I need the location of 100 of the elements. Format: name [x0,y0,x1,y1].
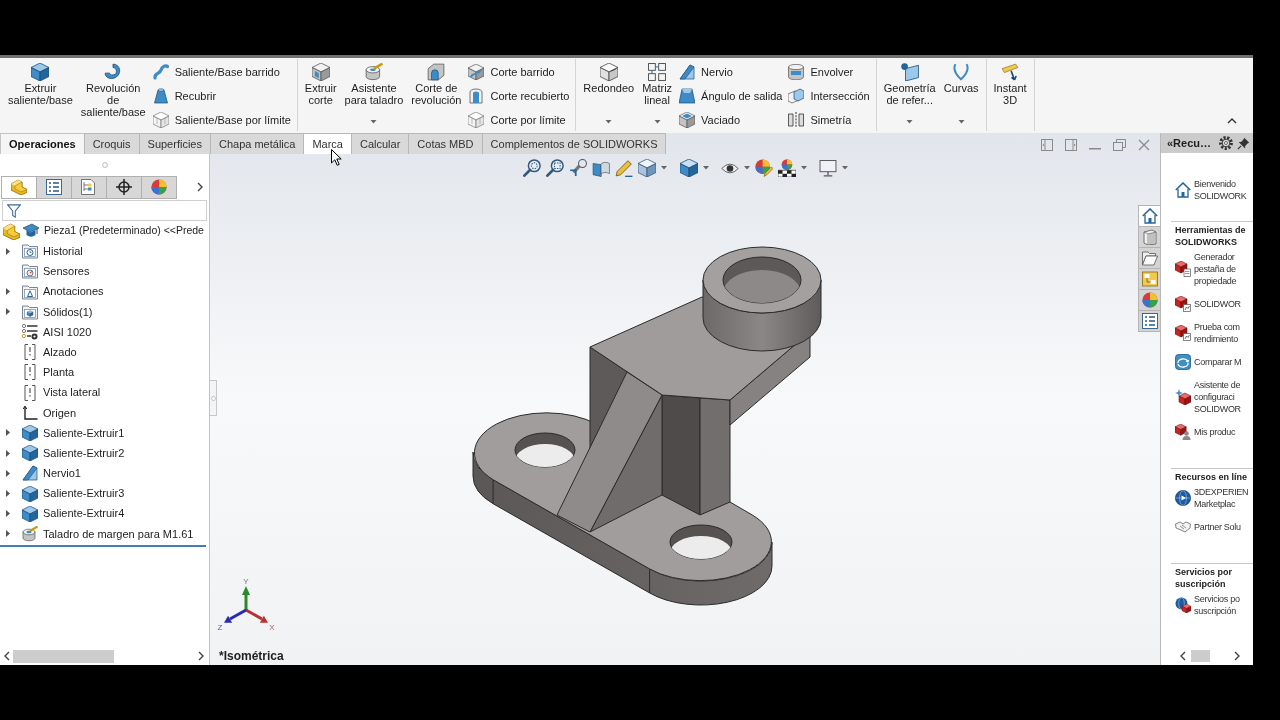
tree-item[interactable]: Saliente-Extruir2 [22,444,125,462]
filter-field[interactable] [2,200,207,221]
task-pane-link[interactable]: Prueba com rendimiento [1175,321,1253,345]
expand-arrow-icon[interactable] [6,429,10,437]
expand-arrow-icon[interactable] [6,308,10,316]
ribbon-button[interactable]: Redondeo [579,59,639,131]
expand-arrow-icon[interactable] [6,288,10,296]
task-pane-tab[interactable] [1138,268,1160,290]
expand-arrow-icon[interactable] [6,530,10,538]
scrollbar-thumb[interactable] [1191,650,1210,662]
monitor-icon[interactable] [818,159,837,177]
ribbon-button[interactable]: Geometría de refer... [879,59,940,131]
cube-icon[interactable] [637,159,656,177]
tab[interactable]: Chapa metálica [209,133,305,154]
splitter-handle[interactable] [210,380,217,416]
task-pane-tab[interactable] [1138,289,1160,311]
chevron-right-icon[interactable] [198,651,204,661]
tile-left-icon[interactable] [1041,139,1053,151]
manager-tab[interactable] [106,175,142,199]
part-blocks-icon[interactable] [2,222,20,240]
scrollbar-thumb[interactable] [13,649,114,663]
expand-arrow-icon[interactable] [6,490,10,498]
zoom-fit-icon[interactable] [522,159,541,177]
ribbon-button[interactable]: Simetría [785,108,873,132]
ribbon-button[interactable]: Recubrir [149,84,294,108]
tree-item[interactable]: Saliente-Extruir4 [22,505,125,522]
gear-icon[interactable] [1219,136,1233,150]
ribbon-button[interactable]: Vaciado [676,108,786,132]
grip-icon[interactable] [101,161,108,168]
task-pane-link[interactable]: Generador pestaña de propiedade [1175,251,1253,287]
chevron-right-icon[interactable] [197,182,203,192]
ribbon-button[interactable]: Asistente para taladro [340,59,408,131]
expand-arrow-icon[interactable] [6,510,10,518]
caret-down-icon[interactable] [743,166,750,170]
zoom-area-icon[interactable] [545,159,564,177]
tree-item[interactable]: Origen [22,404,77,422]
chevron-right-icon[interactable] [1234,651,1240,661]
tab[interactable]: Cotas MBD [408,133,483,154]
tree-item[interactable]: Historial [22,243,83,260]
task-pane-link[interactable]: Partner Solu [1175,519,1253,535]
tree-item[interactable]: Alzado [22,343,77,361]
ribbon-button[interactable]: Instant 3D [989,59,1031,131]
chevron-left-icon[interactable] [4,651,10,661]
tree-item[interactable]: Saliente-Extruir3 [22,485,125,502]
tab[interactable]: Operaciones [0,133,85,154]
chevron-up-icon[interactable] [1227,118,1237,124]
task-pane-link[interactable]: Asistente de configuraci SOLIDWOR [1175,379,1253,415]
ribbon-button[interactable]: Ángulo de salida [676,84,786,108]
tree-item[interactable]: Nervio1 [22,465,81,482]
ribbon-button[interactable]: Corte barrido [465,60,573,84]
tree-item[interactable]: Sólidos(1) [22,303,93,321]
tab[interactable]: Calcular [350,133,410,154]
expand-arrow-icon[interactable] [6,469,10,477]
ribbon-button[interactable]: Extruir saliente/base [4,59,77,131]
task-pane-link[interactable]: 3DEXPERIEN Marketplac [1175,486,1253,510]
magnifier-arrow-icon[interactable] [568,159,587,177]
task-pane-link[interactable]: Servicios po suscripción [1175,593,1253,617]
ribbon-button[interactable]: Saliente/Base barrido [149,60,294,84]
color-ball-checker-icon[interactable] [777,159,796,177]
open-book-icon[interactable] [591,159,610,177]
tree-item[interactable]: Saliente-Extruir1 [22,424,125,442]
restore-icon[interactable] [1113,139,1126,151]
task-pane-link[interactable]: Mis produc [1175,424,1253,440]
task-pane-tab[interactable] [1138,310,1160,332]
shaded-cube-icon[interactable] [679,159,698,177]
caret-down-icon[interactable] [841,166,848,170]
tab[interactable]: Complementos de SOLIDWORKS [481,133,667,154]
task-pane-tab[interactable] [1138,226,1160,248]
task-pane-tab[interactable] [1138,247,1160,269]
tab[interactable]: Superficies [138,133,211,154]
ribbon-button[interactable]: Nervio [676,60,786,84]
caret-down-icon[interactable] [702,166,709,170]
pin-icon[interactable] [1237,136,1250,150]
task-pane-link[interactable]: SOLIDWOR [1175,296,1253,312]
expand-arrow-icon[interactable] [6,449,10,457]
ribbon-button[interactable]: Corte de revolución [407,59,466,131]
tree-item[interactable]: Pieza1 (Predeterminado) <<Prede [22,223,204,240]
ribbon-button[interactable]: Matriz lineal [638,59,677,131]
tree-item[interactable]: Sensores [22,263,90,280]
tree-item[interactable]: Anotaciones [22,283,104,300]
tree-item[interactable]: Taladro de margen para M1.61 [22,525,194,543]
expand-arrow-icon[interactable] [6,247,10,255]
task-pane-link[interactable]: Comparar M [1175,354,1253,370]
ribbon-button[interactable]: Saliente/Base por límite [149,108,294,132]
task-pane-tab[interactable] [1138,205,1160,227]
tree-item[interactable]: AISI 1020 [22,323,92,341]
ribbon-button[interactable]: Extruir corte [300,59,341,131]
caret-down-icon[interactable] [660,166,667,170]
caret-down-icon[interactable] [800,166,807,170]
ribbon-button[interactable]: Revolución de saliente/base [76,59,150,131]
ribbon-button[interactable]: Envolver [785,60,873,84]
task-pane-link[interactable]: Bienvenido SOLIDWORK [1175,178,1253,202]
close-icon[interactable] [1138,139,1150,151]
chevron-left-icon[interactable] [1180,651,1186,661]
tree-item[interactable]: Vista lateral [22,384,101,401]
tab[interactable]: Croquis [83,133,140,154]
eye-icon[interactable] [720,162,739,174]
ribbon-button[interactable]: Intersección [785,84,873,108]
ribbon-button[interactable]: Curvas [939,59,983,131]
tree-item[interactable]: Planta [22,364,75,381]
